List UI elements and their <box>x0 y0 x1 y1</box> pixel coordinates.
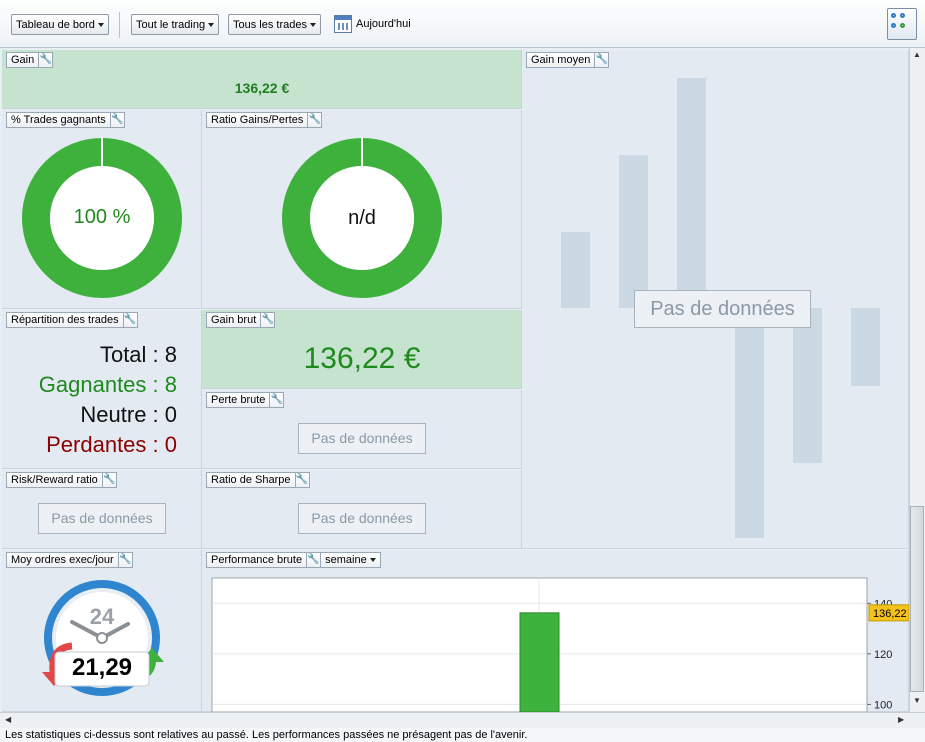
risk-reward-no-data: Pas de données <box>38 503 166 534</box>
gross-gain-panel-header: Gain brut 🔧 <box>206 312 276 328</box>
distribution-row: Total : 8 <box>99 342 177 367</box>
trading-filter-dropdown[interactable]: Tout le trading <box>131 14 220 35</box>
date-range-label: Aujourd'hui <box>356 18 411 30</box>
avg-orders-value: 21,29 <box>71 654 133 681</box>
avg-orders-panel: Moy ordres exec/jour 🔧 24 21,29 <box>2 550 202 712</box>
wrench-icon[interactable]: 🔧 <box>269 393 283 407</box>
winning-trades-value: 100 % <box>73 206 131 228</box>
wrench-icon[interactable]: 🔧 <box>122 313 137 327</box>
dashboard-settings-icon[interactable] <box>887 8 917 40</box>
wrench-icon[interactable]: 🔧 <box>294 473 309 487</box>
gross-gain-panel: Gain brut 🔧 136,22 € <box>202 310 522 389</box>
wrench-icon[interactable]: 🔧 <box>101 473 116 487</box>
chevron-down-icon <box>97 22 104 27</box>
scroll-left-icon[interactable]: ◀ <box>5 715 11 724</box>
dashboard-dropdown-label: Tableau de bord <box>16 18 95 31</box>
gain-value: 136,22 € <box>234 80 290 96</box>
gain-panel: Gain 🔧 136,22 € <box>2 50 522 109</box>
gain-moyen-panel: Gain moyen 🔧 Pas de données <box>522 50 909 549</box>
gross-loss-panel-header: Perte brute 🔧 <box>206 392 285 408</box>
chevron-down-icon <box>309 22 316 27</box>
chevron-down-icon <box>208 22 215 27</box>
winning-trades-panel: % Trades gagnants 🔧 100 % <box>2 110 202 309</box>
distribution-row: Perdantes : 0 <box>46 432 177 457</box>
gross-performance-panel: Performance brute 🔧 semaine 100 120 140 136… <box>202 550 909 712</box>
scroll-right-icon[interactable]: ▶ <box>898 715 904 724</box>
panel-title: Répartition des trades <box>11 314 119 326</box>
sharpe-ratio-panel-header: Ratio de Sharpe 🔧 <box>206 472 310 488</box>
y-tick-label: 100 <box>874 699 892 711</box>
gain-moyen-no-data: Pas de données <box>634 290 811 328</box>
panel-title: Ratio de Sharpe <box>211 474 291 486</box>
panel-title: Gain <box>11 54 35 66</box>
trades-filter-dropdown[interactable]: Tous les trades <box>228 14 321 35</box>
distribution-row: Neutre : 0 <box>80 402 177 427</box>
trades-distribution-list: Total : 8 Gagnantes : 8 Neutre : 0 Perdante… <box>39 340 177 460</box>
gross-loss-panel: Perte brute 🔧 Pas de données <box>202 390 522 469</box>
wrench-icon[interactable]: 🔧 <box>260 313 274 327</box>
gross-performance-chart: 100120140136,22 <box>211 577 909 712</box>
trades-distribution-panel-header: Répartition des trades 🔧 <box>6 312 138 328</box>
gain-loss-ratio-panel: Ratio Gains/Pertes 🔧 n/d <box>202 110 522 309</box>
wrench-icon[interactable]: 🔧 <box>38 53 52 67</box>
y-tick-label: 120 <box>874 649 892 661</box>
gain-panel-header: Gain 🔧 <box>6 52 54 68</box>
gross-performance-panel-header: Performance brute 🔧 semaine <box>206 552 381 568</box>
gross-gain-value: 136,22 € <box>303 342 421 375</box>
clock-dial-label: 24 <box>89 604 115 629</box>
trades-distribution-panel: Répartition des trades 🔧 Total : 8 Gagnan… <box>2 310 202 469</box>
period-dropdown[interactable]: semaine <box>320 553 380 567</box>
panel-title: Performance brute <box>211 554 303 566</box>
risk-reward-panel-header: Risk/Reward ratio 🔧 <box>6 472 117 488</box>
panel-title: Risk/Reward ratio <box>11 474 98 486</box>
distribution-row: Gagnantes : 8 <box>38 372 177 397</box>
scroll-down-icon[interactable]: ▼ <box>913 696 921 705</box>
disclaimer-footer: Les statistiques ci-dessus sont relative… <box>0 728 925 742</box>
trades-filter-label: Tous les trades <box>233 18 307 31</box>
vertical-scroll-thumb[interactable] <box>910 506 924 692</box>
clock-gauge-icon <box>42 580 164 696</box>
trading-filter-label: Tout le trading <box>136 18 206 31</box>
scroll-up-icon[interactable]: ▲ <box>913 50 921 59</box>
panel-title: Perte brute <box>211 394 266 406</box>
sharpe-ratio-no-data: Pas de données <box>298 503 426 534</box>
risk-reward-panel: Risk/Reward ratio 🔧 Pas de données <box>2 470 202 549</box>
gain-loss-ratio-value: n/d <box>348 207 376 229</box>
period-dropdown-label: semaine <box>325 554 367 566</box>
toolbar: Tableau de bord Tout le trading Tous les… <box>0 0 925 48</box>
chevron-down-icon <box>369 558 376 562</box>
wrench-icon[interactable]: 🔧 <box>306 553 320 567</box>
calendar-icon <box>334 15 352 33</box>
toolbar-separator <box>119 12 120 38</box>
dashboard-dropdown[interactable]: Tableau de bord <box>11 14 109 35</box>
panel-title: Gain brut <box>211 314 257 326</box>
date-range-button[interactable]: Aujourd'hui <box>334 15 411 33</box>
value-marker-label: 136,22 <box>873 608 907 620</box>
horizontal-scrollbar[interactable]: ◀ ▶ <box>0 712 925 728</box>
gross-loss-no-data: Pas de données <box>298 423 426 454</box>
sharpe-ratio-panel: Ratio de Sharpe 🔧 Pas de données <box>202 470 522 549</box>
bar <box>519 612 560 712</box>
